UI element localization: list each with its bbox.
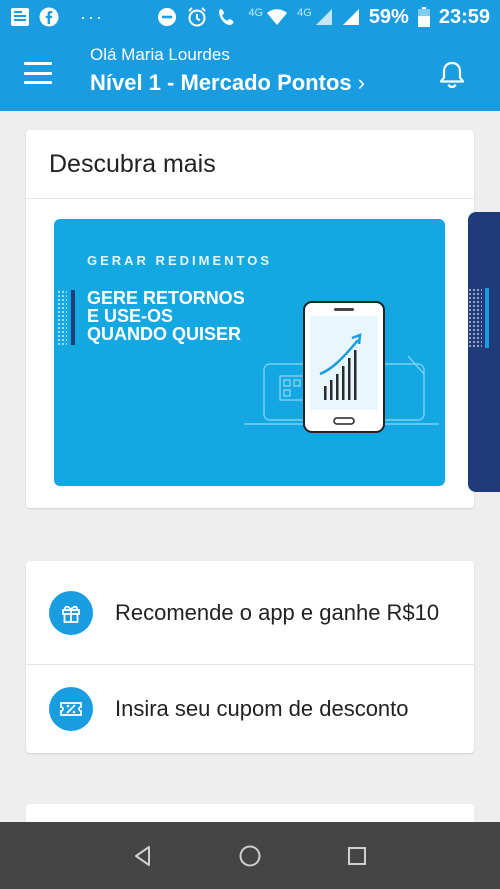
hamburger-icon bbox=[24, 62, 52, 65]
more-notifications-icon: ··· bbox=[80, 6, 104, 27]
battery-percentage: 59% bbox=[368, 5, 409, 28]
clock: 23:59 bbox=[438, 5, 490, 28]
recents-icon bbox=[347, 846, 366, 865]
discount-coupon-item[interactable]: Insira seu cupom de desconto bbox=[26, 665, 474, 753]
level-label: Nível 1 - Mercado Pontos bbox=[90, 70, 352, 95]
status-bar: ··· 4G 4G 59% 23:59 bbox=[0, 0, 500, 34]
back-icon bbox=[135, 845, 151, 866]
do-not-disturb-icon bbox=[157, 7, 177, 27]
banner-headline: GERE RETORNOS E USE-OS QUANDO QUISER bbox=[87, 288, 245, 344]
recommend-app-label: Recomende o app e ganhe R$10 bbox=[115, 599, 440, 625]
notifications-button[interactable] bbox=[436, 59, 468, 91]
signal-icon-secondary bbox=[342, 8, 360, 26]
gift-icon bbox=[49, 590, 93, 635]
section-title: Descubra mais bbox=[49, 150, 216, 178]
facebook-icon bbox=[39, 7, 59, 27]
network-type-label: 4G bbox=[248, 7, 264, 19]
dot-pattern-decoration bbox=[57, 290, 67, 345]
volte-call-icon bbox=[217, 7, 239, 27]
coupon-icon bbox=[49, 687, 93, 731]
discover-card: Descubra mais GERAR REDIMENTOS GERE RETO… bbox=[26, 130, 474, 508]
phone-growth-chart-icon bbox=[244, 301, 439, 433]
wifi-icon bbox=[266, 8, 288, 26]
bell-icon bbox=[439, 61, 465, 89]
next-slide-peek[interactable] bbox=[468, 212, 500, 492]
chevron-right-icon: › bbox=[357, 70, 365, 95]
menu-button[interactable] bbox=[22, 58, 54, 88]
promo-banner[interactable]: GERAR REDIMENTOS GERE RETORNOS E USE-OS … bbox=[54, 219, 445, 486]
actions-card: Recomende o app e ganhe R$10 Insira seu … bbox=[26, 561, 474, 753]
divider bbox=[26, 198, 474, 199]
greeting-text: Olá Maria Lourdes bbox=[90, 45, 230, 64]
banner-tag: GERAR REDIMENTOS bbox=[87, 253, 272, 268]
system-nav-bar bbox=[0, 822, 500, 889]
recommend-app-item[interactable]: Recomende o app e ganhe R$10 bbox=[26, 561, 474, 664]
level-link[interactable]: Nível 1 - Mercado Pontos › bbox=[90, 70, 365, 96]
signal-icon bbox=[315, 8, 333, 26]
network-type-label-secondary: 4G bbox=[297, 7, 312, 19]
home-button[interactable] bbox=[230, 836, 270, 876]
home-icon bbox=[239, 845, 261, 866]
back-button[interactable] bbox=[123, 836, 163, 876]
news-app-icon bbox=[10, 7, 30, 27]
alarm-icon bbox=[186, 6, 208, 28]
dot-pattern-decoration bbox=[468, 288, 482, 348]
battery-icon bbox=[417, 7, 430, 27]
discount-coupon-label: Insira seu cupom de desconto bbox=[115, 696, 409, 721]
app-bar: Olá Maria Lourdes Nível 1 - Mercado Pont… bbox=[0, 34, 500, 111]
recents-button[interactable] bbox=[337, 836, 377, 876]
accent-bar bbox=[485, 288, 489, 348]
accent-bar bbox=[71, 290, 75, 345]
